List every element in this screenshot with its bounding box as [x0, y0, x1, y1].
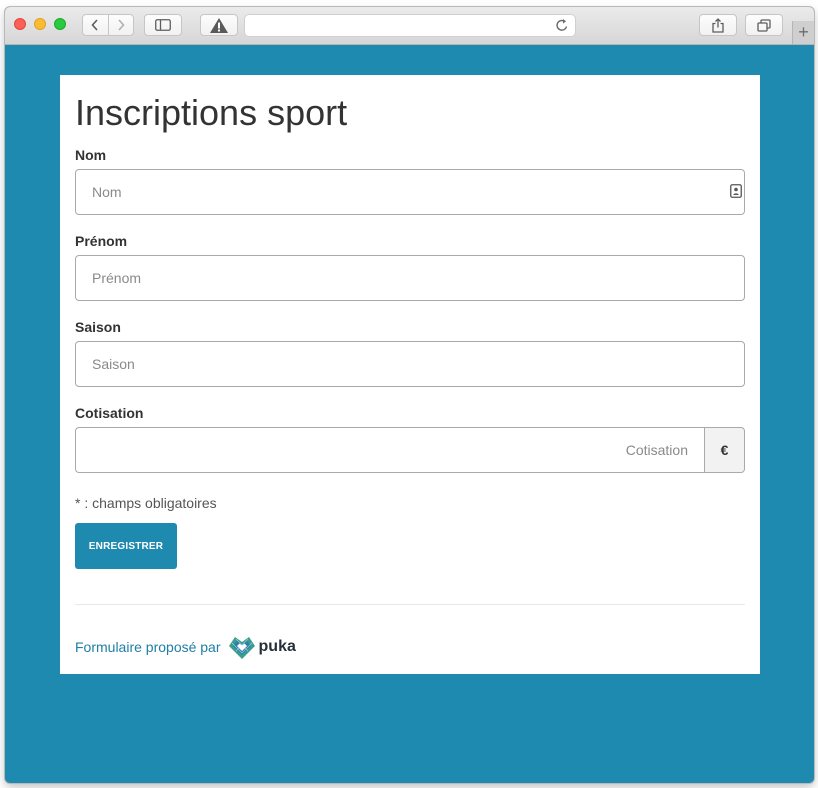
puka-logo-link[interactable]: puka [227, 634, 296, 660]
registration-form-card: Inscriptions sport Nom Prénom Saison Cot… [60, 75, 760, 674]
prenom-input[interactable] [75, 255, 745, 301]
nom-input[interactable] [75, 169, 745, 215]
minimize-window-button[interactable] [34, 18, 46, 30]
new-tab-button[interactable]: + [792, 21, 814, 44]
close-window-button[interactable] [14, 18, 26, 30]
browser-toolbar: + [5, 7, 814, 45]
sidebar-button[interactable] [144, 14, 182, 36]
saison-label: Saison [75, 319, 121, 335]
tabs-icon [757, 18, 771, 32]
security-warning-button[interactable] [200, 14, 238, 36]
nom-label: Nom [75, 147, 107, 163]
back-icon [91, 19, 98, 31]
footer: Formulaire proposé par puka [75, 634, 296, 660]
new-tab-icon: + [798, 22, 809, 42]
warning-icon [210, 17, 228, 33]
submit-button[interactable]: ENREGISTRER [75, 523, 177, 569]
cotisation-input-group: € [75, 427, 745, 473]
puka-logo-icon [228, 637, 255, 659]
currency-addon: € [704, 427, 745, 473]
cotisation-label: Cotisation [75, 405, 144, 421]
footer-divider [75, 604, 745, 605]
footer-text: Formulaire proposé par [75, 639, 221, 655]
page-title: Inscriptions sport [75, 92, 348, 133]
reload-icon[interactable] [555, 18, 569, 33]
required-fields-note: * : champs obligatoires [75, 495, 217, 511]
forward-button[interactable] [109, 15, 134, 35]
cotisation-input[interactable] [75, 427, 704, 473]
saison-input[interactable] [75, 341, 745, 387]
address-bar[interactable] [244, 14, 576, 37]
share-button[interactable] [699, 14, 737, 36]
zoom-window-button[interactable] [54, 18, 66, 30]
puka-logo-text: puka [258, 638, 296, 655]
history-navigation [82, 14, 134, 36]
browser-window: + Inscriptions sport Nom Prénom Saison C… [5, 7, 814, 783]
forward-icon [118, 19, 125, 31]
contact-card-icon[interactable] [730, 184, 742, 198]
share-icon [712, 17, 724, 33]
prenom-label: Prénom [75, 233, 128, 249]
back-button[interactable] [83, 15, 109, 35]
show-tabs-button[interactable] [745, 14, 783, 36]
sidebar-icon [155, 19, 171, 31]
